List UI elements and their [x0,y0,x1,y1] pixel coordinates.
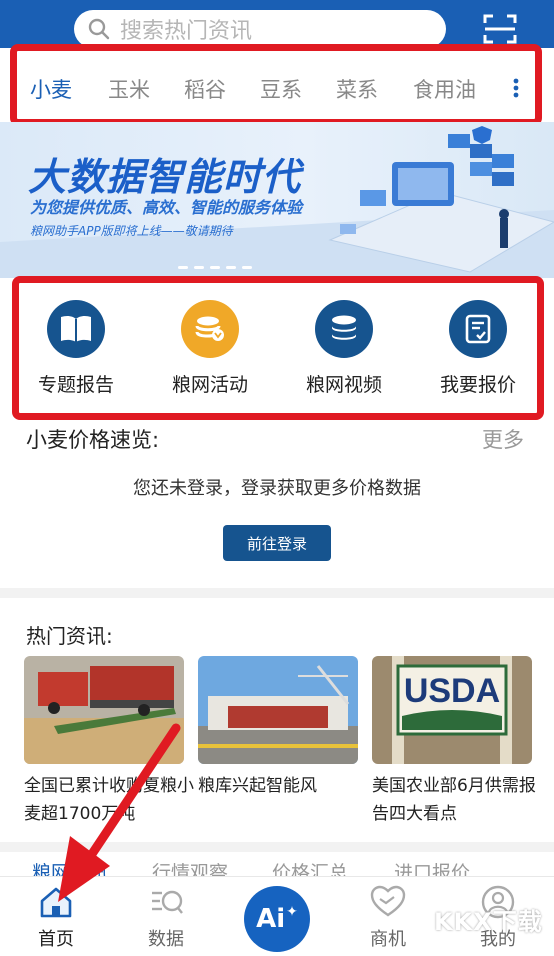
nav-home-label: 首页 [38,929,74,950]
nav-data-label: 数据 [148,929,184,950]
tab-wheat[interactable]: 小麦 [30,74,72,104]
news-title: 美国农业部6月供需报告四大看点 [372,776,536,824]
data-icon [152,890,183,914]
quick-quote[interactable]: 我要报价 [418,300,538,397]
price-more-link[interactable]: 更多 [482,424,524,454]
subtab-grain-news[interactable]: 粮网资讯 [32,858,108,876]
document-check-icon [449,300,507,358]
sparkle-icon: ✦ [286,904,298,920]
nav-business-label: 商机 [370,929,406,950]
news-title: 粮库兴起智能风 [198,776,317,796]
quick-video[interactable]: 粮网视频 [284,300,404,397]
section-divider [0,842,554,852]
more-vertical-icon[interactable] [512,78,520,98]
search-placeholder: 搜索热门资讯 [120,19,253,44]
quick-quote-label: 我要报价 [439,374,516,396]
login-button[interactable]: 前往登录 [223,525,331,561]
tab-soy[interactable]: 豆系 [260,74,302,104]
banner-pagination [178,266,252,269]
tab-corn[interactable]: 玉米 [108,74,150,104]
usda-logo-text: USDA [404,672,500,710]
news-subtabs: 粮网资讯 行情观察 价格汇总 进口报价 [0,858,554,876]
subtab-prices[interactable]: 价格汇总 [272,858,348,876]
tab-rice[interactable]: 稻谷 [184,74,226,104]
category-tabs: 小麦 玉米 稻谷 豆系 菜系 食用油 [0,50,554,122]
news-item[interactable]: USDA 美国农业部6月供需报告四大看点 [372,656,536,828]
news-item[interactable]: 粮库兴起智能风 [198,656,358,800]
banner-subtitle: 为您提供优质、高效、智能的服务体验 [30,198,303,217]
search-icon [88,18,110,40]
coins-icon [181,300,239,358]
scan-icon[interactable] [482,12,518,46]
nav-data[interactable]: 数据 [126,885,206,951]
ai-label: Ai [256,904,286,934]
section-divider [0,588,554,598]
nav-home[interactable]: 首页 [16,885,96,951]
subtab-import[interactable]: 进口报价 [394,858,470,876]
book-icon [47,300,105,358]
banner-note: 粮网助手APP版即将上线——敬请期待 [30,224,233,238]
quick-activity-label: 粮网活动 [171,374,248,396]
price-section-title: 小麦价格速览: [26,428,160,452]
news-thumb-usda: USDA [372,656,532,764]
database-icon [315,300,373,358]
login-prompt: 您还未登录，登录获取更多价格数据 [133,478,421,499]
banner-title: 大数据智能时代 [28,155,302,199]
news-thumb-grain [24,656,184,764]
nav-business[interactable]: 商机 [348,885,428,951]
tab-rapeseed[interactable]: 菜系 [336,74,378,104]
quick-report-label: 专题报告 [37,374,114,396]
tab-edible-oil[interactable]: 食用油 [413,74,476,104]
search-input[interactable]: 搜索热门资讯 [74,10,446,48]
quick-activity[interactable]: 粮网活动 [150,300,270,397]
ai-assistant-button[interactable]: Ai ✦ [244,886,310,952]
news-item[interactable]: 全国已累计收购夏粮小麦超1700万吨 [24,656,194,828]
handshake-icon [370,885,406,917]
watermark: KKX下载 [434,908,543,936]
hot-news-title: 热门资讯: [26,624,113,648]
quick-report[interactable]: 专题报告 [16,300,136,397]
news-title: 全国已累计收购夏粮小麦超1700万吨 [24,776,194,824]
news-thumb-granary [198,656,358,764]
quick-video-label: 粮网视频 [305,374,382,396]
home-icon [40,887,72,918]
subtab-market[interactable]: 行情观察 [152,858,228,876]
